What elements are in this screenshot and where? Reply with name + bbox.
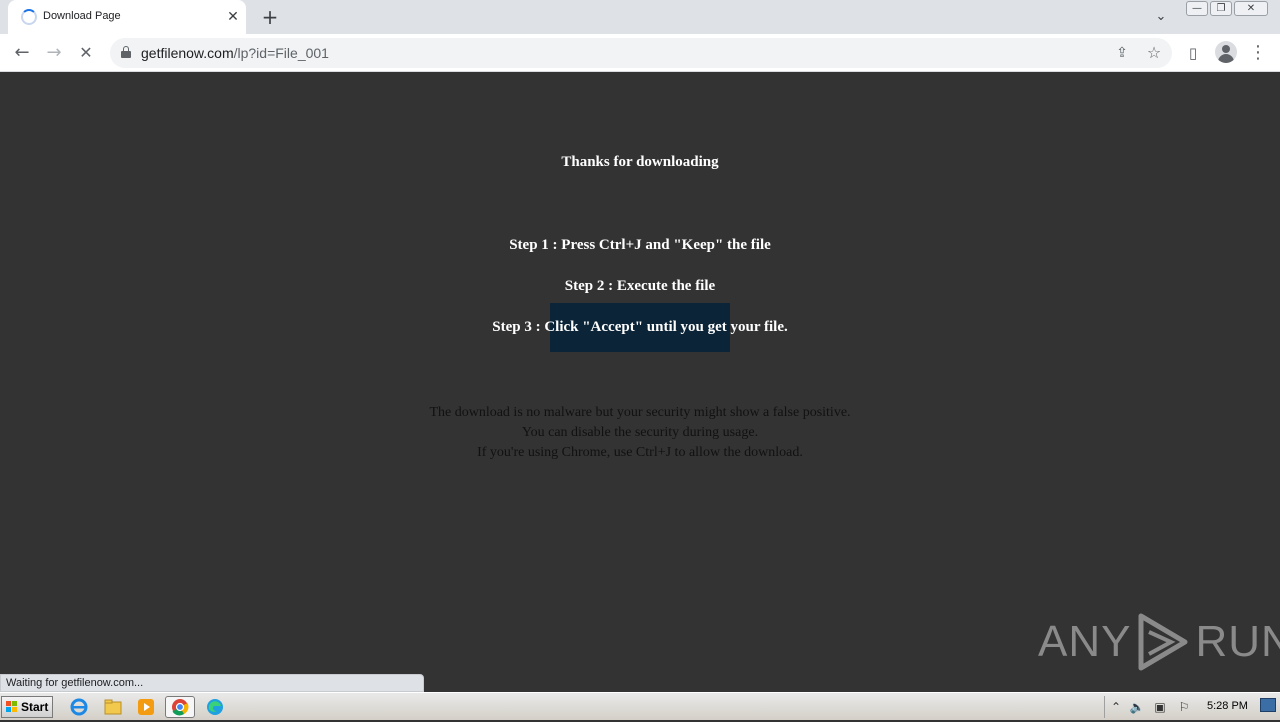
windows-taskbar: Start ⌃ 🔈 ▣ ⚐ 5:28 PM <box>0 692 1280 720</box>
restore-button[interactable]: ❐ <box>1210 1 1232 16</box>
tab-search-chevron-icon[interactable]: ⌄ <box>1150 6 1172 28</box>
edge-icon[interactable] <box>204 696 226 718</box>
step-2-text: Step 2 : Execute the file <box>564 278 716 294</box>
profile-avatar-icon[interactable] <box>1215 41 1237 63</box>
web-page: Thanks for downloading Step 1 : Press Ct… <box>0 72 1280 692</box>
play-logo-icon <box>1138 613 1188 671</box>
loading-spinner-icon <box>21 9 37 25</box>
network-icon[interactable]: ▣ <box>1152 699 1168 715</box>
menu-kebab-icon[interactable]: ⋮ <box>1246 41 1270 65</box>
close-window-button[interactable]: ✕ <box>1234 1 1268 16</box>
address-bar[interactable]: getfilenow.com/lp?id=File_001 ⇪ ☆ <box>110 38 1172 68</box>
bookmark-star-icon[interactable]: ☆ <box>1144 43 1164 63</box>
status-bar: Waiting for getfilenow.com... <box>0 674 424 692</box>
anyrun-watermark: ANY RUN <box>1038 610 1280 674</box>
start-label: Start <box>21 700 49 714</box>
window-controls: — ❐ ✕ <box>1186 1 1268 16</box>
watermark-any: ANY <box>1038 617 1132 666</box>
new-tab-button[interactable]: + <box>258 5 282 29</box>
share-icon[interactable]: ⇪ <box>1112 43 1132 63</box>
internet-explorer-icon[interactable] <box>68 696 90 718</box>
tab-title: Download Page <box>43 10 121 22</box>
side-panel-icon[interactable]: ▯ <box>1181 41 1205 65</box>
tab-strip: Download Page ✕ + ⌄ — ❐ ✕ <box>0 0 1280 34</box>
lock-icon[interactable] <box>121 46 131 58</box>
action-center-flag-icon[interactable]: ⚐ <box>1176 699 1192 715</box>
url-text[interactable]: getfilenow.com/lp?id=File_001 <box>141 45 329 61</box>
tray-expand-icon[interactable]: ⌃ <box>1108 699 1124 715</box>
chrome-taskbar-icon[interactable] <box>165 696 195 718</box>
forward-button[interactable]: → <box>42 41 66 65</box>
step-3-text: Step 3 : Click "Accept" until you get yo… <box>492 319 788 335</box>
note-line-2: You can disable the security during usag… <box>521 425 759 440</box>
start-button[interactable]: Start <box>1 696 53 718</box>
step-1-text: Step 1 : Press Ctrl+J and "Keep" the fil… <box>509 237 771 253</box>
minimize-button[interactable]: — <box>1186 1 1208 16</box>
back-button[interactable]: ← <box>10 41 34 65</box>
note-line-1: The download is no malware but your secu… <box>429 405 851 420</box>
file-explorer-icon[interactable] <box>102 696 124 718</box>
page-heading: Thanks for downloading <box>561 154 719 170</box>
url-host: getfilenow.com <box>141 45 234 61</box>
media-player-icon[interactable] <box>135 696 157 718</box>
volume-icon[interactable]: 🔈 <box>1129 699 1145 715</box>
note-line-3: If you're using Chrome, use Ctrl+J to al… <box>477 445 803 460</box>
watermark-run: RUN <box>1195 617 1280 666</box>
windows-logo-icon <box>6 701 18 713</box>
browser-toolbar: ← → ✕ getfilenow.com/lp?id=File_001 ⇪ ☆ … <box>0 34 1280 72</box>
url-path: /lp?id=File_001 <box>233 45 329 61</box>
tab-close-icon[interactable]: ✕ <box>224 8 242 26</box>
tab-download-page[interactable]: Download Page ✕ <box>8 0 246 34</box>
taskbar-clock[interactable]: 5:28 PM <box>1207 700 1248 712</box>
disclaimer-note: The download is no malware but your secu… <box>0 403 1280 463</box>
stop-loading-button[interactable]: ✕ <box>74 41 98 65</box>
show-desktop-icon[interactable] <box>1260 698 1276 712</box>
